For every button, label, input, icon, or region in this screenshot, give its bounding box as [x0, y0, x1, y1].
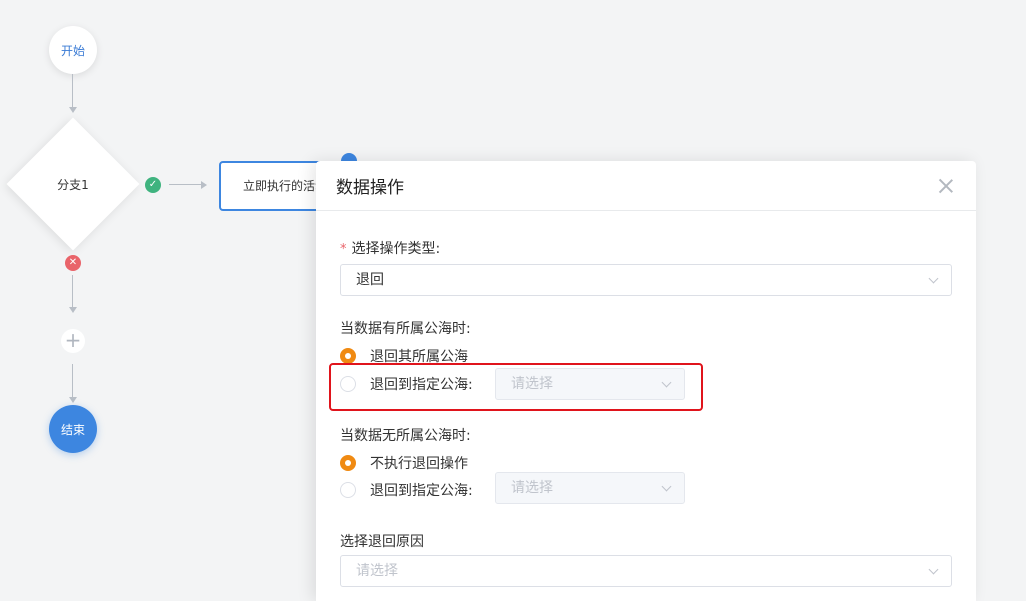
- arrow-down-icon: [69, 307, 77, 313]
- operation-type-label-text: 选择操作类型:: [351, 241, 441, 257]
- start-node-label: 开始: [60, 43, 85, 58]
- no-sea-option-skip[interactable]: 不执行退回操作: [340, 453, 468, 473]
- has-sea-specified-select[interactable]: 请选择: [495, 368, 685, 400]
- has-sea-option-own[interactable]: 退回其所属公海: [340, 346, 468, 366]
- operation-type-label: * 选择操作类型:: [340, 238, 440, 258]
- radio-button[interactable]: [340, 455, 356, 471]
- close-icon[interactable]: [938, 178, 954, 194]
- connector-line: [72, 275, 73, 308]
- check-icon: ✓: [145, 177, 161, 193]
- connector-line: [72, 74, 73, 108]
- branch-node-label: 分支1: [57, 178, 89, 192]
- connector-line: [169, 184, 201, 185]
- operation-type-value: 退回: [356, 272, 384, 288]
- no-sea-option-specified[interactable]: 退回到指定公海:: [340, 480, 473, 500]
- has-sea-label: 当数据有所属公海时:: [340, 321, 471, 337]
- no-sea-specified-select[interactable]: 请选择: [495, 472, 685, 504]
- required-mark: *: [340, 242, 347, 257]
- reason-select[interactable]: 请选择: [340, 555, 952, 587]
- no-sea-option-specified-label: 退回到指定公海:: [370, 483, 473, 499]
- radio-button[interactable]: [340, 482, 356, 498]
- arrow-right-icon: [201, 181, 207, 189]
- arrow-down-icon: [69, 397, 77, 403]
- has-sea-option-specified-label: 退回到指定公海:: [370, 377, 473, 393]
- arrow-down-icon: [69, 107, 77, 113]
- reason-label: 选择退回原因: [340, 534, 424, 550]
- radio-button[interactable]: [340, 376, 356, 392]
- chevron-down-icon: [928, 564, 939, 575]
- add-node-button[interactable]: +: [61, 329, 85, 353]
- end-node-label: 结束: [60, 422, 85, 437]
- no-sea-label: 当数据无所属公海时:: [340, 428, 471, 444]
- connector-line: [72, 364, 73, 398]
- chevron-down-icon: [928, 273, 939, 284]
- has-sea-option-own-label: 退回其所属公海: [370, 349, 468, 365]
- end-node[interactable]: 结束: [49, 405, 97, 453]
- no-sea-specified-placeholder: 请选择: [511, 480, 553, 496]
- chevron-down-icon: [661, 377, 672, 388]
- activity-node-label: 立即执行的活动: [243, 179, 328, 193]
- operation-type-select[interactable]: 退回: [340, 264, 952, 296]
- drawer-header: 数据操作: [316, 161, 976, 211]
- chevron-down-icon: [661, 481, 672, 492]
- radio-button[interactable]: [340, 348, 356, 364]
- no-sea-option-skip-label: 不执行退回操作: [370, 456, 468, 472]
- has-sea-specified-placeholder: 请选择: [511, 376, 553, 392]
- start-node[interactable]: 开始: [49, 26, 97, 74]
- drawer-title: 数据操作: [336, 178, 404, 198]
- reason-placeholder: 请选择: [356, 563, 398, 579]
- close-circle-icon: ✕: [65, 255, 81, 271]
- has-sea-option-specified[interactable]: 退回到指定公海:: [340, 374, 473, 394]
